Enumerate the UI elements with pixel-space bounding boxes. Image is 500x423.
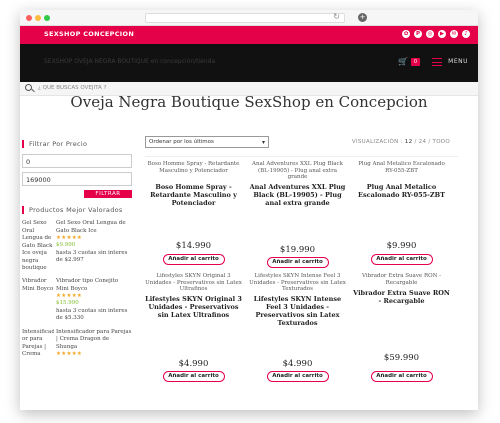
product-name-link[interactable]: Vibrador tipo Conejito Mini Boyco xyxy=(56,278,132,293)
top-rated-title: Productos Mejor Valorados xyxy=(22,206,132,214)
product-card[interactable]: Plug Anal Metalico Escalonado RY-055-ZBT… xyxy=(353,161,450,269)
product-image[interactable]: Anal Adventures XXL Plug Black (BL-19905… xyxy=(249,161,346,181)
product-name-link[interactable]: Gel Sexo Oral Lengua de Gato Black Ice xyxy=(56,220,132,235)
view-all-link[interactable]: TODO xyxy=(433,139,450,145)
product-title[interactable]: Plug Anal Metalico Escalonado RY-055-ZBT xyxy=(353,183,450,199)
product-image[interactable]: Boso Homme Spray - Retardante Masculino … xyxy=(145,161,242,181)
view-separator: / xyxy=(414,139,417,145)
product-thumbnail[interactable]: Vibrador Mini Boyco xyxy=(22,278,54,323)
top-bar: SEXSHOP CONCEPCION ✿ P ◎ ▶ ✉ ♪ xyxy=(20,26,478,44)
page-title: Oveja Negra Boutique SexShop en Concepci… xyxy=(70,93,428,111)
product-name-link[interactable]: Intensificador para Parejas | Crema Drag… xyxy=(56,329,132,352)
product-card[interactable]: Lifestyles SKYN Intense Feel 3 Unidades … xyxy=(249,273,346,382)
product-price: $19.990 xyxy=(279,245,316,255)
add-to-cart-button[interactable]: Añadir al carrito xyxy=(266,257,329,268)
product-card[interactable]: Vibrador Extra Suave RON - Recargable Vi… xyxy=(353,273,450,382)
view-12-link[interactable]: 12 xyxy=(405,139,413,145)
product-title[interactable]: Lifestyles SKYN Intense Feel 3 Unidades … xyxy=(249,295,346,327)
product-image[interactable]: Vibrador Extra Suave RON - Recargable xyxy=(353,273,450,287)
product-price: $4.990 xyxy=(178,359,209,369)
sort-select-value: Ordenar por los últimos xyxy=(149,139,214,145)
social-links: ✿ P ◎ ▶ ✉ ♪ xyxy=(402,30,470,38)
product-price: $4.990 xyxy=(282,359,313,369)
add-to-cart-button[interactable]: Añadir al carrito xyxy=(370,371,433,382)
new-tab-icon[interactable]: + xyxy=(358,13,367,22)
min-price-input[interactable]: 0 xyxy=(22,154,132,168)
email-icon[interactable]: ✉ xyxy=(450,30,458,38)
search-input[interactable]: ¿ QUE BUSCAS OVEJITA ? xyxy=(38,85,106,91)
product-price: $9.990 xyxy=(386,241,417,251)
product-image[interactable]: Plug Anal Metalico Escalonado RY-055-ZBT xyxy=(353,161,450,181)
minimize-window-button[interactable] xyxy=(35,15,41,21)
add-to-cart-button[interactable]: Añadir al carrito xyxy=(370,254,433,265)
browser-chrome: ↻ + xyxy=(20,10,478,26)
rating-stars: ★★★★★ xyxy=(56,235,83,241)
list-item[interactable]: Vibrador Mini Boyco Vibrador tipo Coneji… xyxy=(22,278,132,323)
list-item[interactable]: Gel Sexo Oral Lengua de Gato Black Ice o… xyxy=(22,220,132,272)
menu-button[interactable]: MENU xyxy=(448,58,468,65)
product-card[interactable]: Boso Homme Spray - Retardante Masculino … xyxy=(145,161,242,269)
filter-button[interactable]: FILTRAR xyxy=(84,190,132,198)
maximize-window-button[interactable] xyxy=(44,15,50,21)
close-window-button[interactable] xyxy=(26,15,32,21)
search-icon[interactable] xyxy=(25,84,32,91)
add-to-cart-button[interactable]: Añadir al carrito xyxy=(162,254,225,265)
p-icon[interactable]: P xyxy=(414,30,422,38)
add-to-cart-button[interactable]: Añadir al carrito xyxy=(266,371,329,382)
pinterest-icon[interactable]: ✿ xyxy=(402,30,410,38)
main-nav: SEXSHOP OVEJA NEGRA BOUTIQUE en concepci… xyxy=(20,44,478,82)
view-separator: / xyxy=(428,139,431,145)
product-title[interactable]: Vibrador Extra Suave RON - Recargable xyxy=(353,289,450,305)
chevron-down-icon: ▾ xyxy=(261,139,265,146)
product-title[interactable]: Boso Homme Spray - Retardante Masculino … xyxy=(145,183,242,207)
sort-select[interactable]: Ordenar por los últimos ▾ xyxy=(145,136,269,148)
product-thumbnail[interactable]: Intensificad or para Parejas | Crema Dra… xyxy=(22,329,54,359)
youtube-icon[interactable]: ▶ xyxy=(438,30,446,38)
installments-text: hasta 3 cuotas sin interes de $2.997 xyxy=(56,249,128,264)
product-card[interactable]: Lifestyles SKYN Original 3 Unidades - Pr… xyxy=(145,273,242,382)
product-info: Vibrador tipo Conejito Mini Boyco ★★★★★ … xyxy=(54,278,132,323)
product-grid: Boso Homme Spray - Retardante Masculino … xyxy=(145,156,458,382)
cart-count-badge[interactable]: 0 xyxy=(411,58,420,66)
product-card[interactable]: Anal Adventures XXL Plug Black (BL-19905… xyxy=(249,161,346,269)
rating-stars: ★★★★★ xyxy=(56,351,83,357)
site-brand[interactable]: SEXSHOP CONCEPCION xyxy=(44,30,134,38)
sidebar: Filtrar Por Precio 0 169000 FILTRAR Prod… xyxy=(22,140,132,365)
product-thumbnail[interactable]: Gel Sexo Oral Lengua de Gato Black Ice o… xyxy=(22,220,54,272)
installments-text: hasta 3 cuotas sin interes de $5.330 xyxy=(56,307,128,322)
product-title[interactable]: Anal Adventures XXL Plug Black (BL-19905… xyxy=(249,183,346,207)
browser-window: ↻ + SEXSHOP CONCEPCION ✿ P ◎ ▶ ✉ ♪ SEXSH… xyxy=(20,10,478,410)
tiktok-icon[interactable]: ♪ xyxy=(462,30,470,38)
cart-icon[interactable]: 🛒 xyxy=(398,57,408,66)
site-tagline[interactable]: SEXSHOP OVEJA NEGRA BOUTIQUE en concepci… xyxy=(44,58,215,65)
product-image[interactable]: Lifestyles SKYN Intense Feel 3 Unidades … xyxy=(249,273,346,293)
product-price: $15.990 xyxy=(56,300,79,306)
product-info: Intensificador para Parejas | Crema Drag… xyxy=(54,329,132,359)
address-bar[interactable]: ↻ xyxy=(145,12,345,23)
rating-stars: ★★★★★ xyxy=(56,293,83,299)
product-info: Gel Sexo Oral Lengua de Gato Black Ice ★… xyxy=(54,220,132,272)
instagram-icon[interactable]: ◎ xyxy=(426,30,434,38)
list-item[interactable]: Intensificad or para Parejas | Crema Dra… xyxy=(22,329,132,359)
product-price: $14.990 xyxy=(175,241,212,251)
reload-icon[interactable]: ↻ xyxy=(333,12,340,21)
product-price: $59.990 xyxy=(383,353,420,363)
view-count: VISUALIZACIÓN : 12 / 24 / TODO xyxy=(352,139,450,145)
view-24-link[interactable]: 24 xyxy=(419,139,427,145)
view-label: VISUALIZACIÓN : xyxy=(351,139,403,145)
product-title[interactable]: Lifestyles SKYN Original 3 Unidades - Pr… xyxy=(145,295,242,319)
add-to-cart-button[interactable]: Añadir al carrito xyxy=(162,371,225,382)
max-price-input[interactable]: 169000 xyxy=(22,172,132,186)
hamburger-menu-icon[interactable] xyxy=(432,58,442,66)
product-price: $9.990 xyxy=(56,242,76,248)
price-filter-title: Filtrar Por Precio xyxy=(22,140,132,148)
product-image[interactable]: Lifestyles SKYN Original 3 Unidades - Pr… xyxy=(145,273,242,293)
